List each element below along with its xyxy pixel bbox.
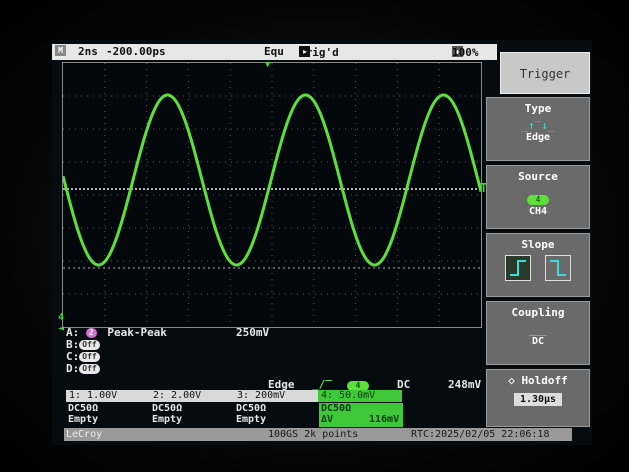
channel-4-trace [63, 93, 481, 267]
ground-marker[interactable]: 4 ◄ [58, 312, 64, 334]
knob-icon: ◇ [508, 374, 522, 387]
channel-3-coupling: DC50Ω [236, 403, 267, 414]
type-value: Edge [525, 132, 551, 143]
holdoff-value[interactable]: 1.30μs [513, 393, 563, 406]
trigger-level-summary[interactable]: 248mV [448, 378, 481, 391]
channel-2-scale[interactable]: 2: 2.00V [150, 390, 234, 402]
coupling-label: Coupling [511, 306, 565, 319]
measurement-off-badge: Off [79, 352, 100, 362]
waveform-display[interactable] [62, 62, 482, 328]
channel-3-scale[interactable]: 3: 200mV [234, 390, 318, 402]
trigger-state-label: Trig'd [299, 46, 339, 59]
falling-slope-icon[interactable] [544, 255, 571, 281]
channel-4-scale[interactable]: 4: 50.0mV [318, 390, 402, 402]
channel-1-state: Empty [68, 414, 99, 425]
brand-logo: LeCroy [66, 429, 103, 440]
zoom-value: 100% [452, 46, 479, 59]
coupling-value: DC [531, 336, 545, 347]
measurement-value: 250mV [236, 326, 270, 339]
delay-value[interactable]: -200.00ps [106, 45, 166, 58]
channel-1-coupling: DC50Ω [68, 403, 99, 414]
source-channel-badge: 4 [527, 195, 549, 205]
trigger-menu-title[interactable]: Trigger [500, 52, 590, 94]
sample-info: 100GS 2k points [268, 429, 359, 440]
channel-2-coupling: DC50Ω [152, 403, 183, 414]
holdoff-button[interactable]: ◇ Holdoff 1.30μs [486, 369, 590, 427]
slope-button[interactable]: Slope [486, 233, 590, 297]
channel-1-scale[interactable]: 1: 1.00V [66, 390, 150, 402]
measurement-row-d[interactable]: D: Off [66, 362, 100, 375]
bottom-status-bar: LeCroy 100GS 2k points RTC:2025/02/05 22… [64, 428, 572, 441]
channel-2-state: Empty [152, 414, 183, 425]
dc-coupling-icon: ___ [528, 325, 548, 336]
measurement-slot: D: [66, 362, 80, 375]
channel-4-coupling: DC50Ω [321, 403, 352, 414]
ground-marker-label: 4 [58, 312, 65, 323]
delta-label: ΔV [321, 414, 334, 425]
menu-icon[interactable]: M [55, 45, 66, 56]
delta-value: 116mV [369, 414, 400, 425]
source-label: Source [518, 170, 558, 183]
status-bar: M 2ns -200.00ps Equ ▶ Trig'd ✚ 100% [52, 44, 497, 60]
measurement-name: Peak-Peak [107, 326, 167, 339]
channel-3-state: Empty [236, 414, 267, 425]
edge-trigger-icon: _↑‾↓_ [521, 119, 555, 132]
type-label: Type [524, 102, 552, 115]
type-button[interactable]: Type _↑‾↓_ Edge [486, 97, 590, 161]
acquire-mode[interactable]: Equ [264, 45, 284, 58]
measurement-off-badge: Off [79, 340, 100, 350]
holdoff-label: Holdoff [521, 374, 568, 387]
waveform-graticule [63, 63, 481, 327]
measurement-channel-badge: 2 [85, 328, 97, 338]
channel-4-delta: ΔV 116mV [321, 414, 403, 425]
measurement-off-badge: Off [79, 364, 100, 374]
channel-4-info: DC50Ω ΔV 116mV [319, 403, 403, 427]
timebase-value[interactable]: 2ns [78, 45, 98, 58]
source-value: CH4 [528, 206, 548, 217]
clock-readout: RTC:2025/02/05 22:06:18 [411, 429, 550, 440]
coupling-button[interactable]: Coupling ___ DC [486, 301, 590, 365]
rising-slope-icon[interactable] [505, 255, 532, 281]
slope-label: Slope [521, 238, 555, 251]
source-button[interactable]: Source 4 CH4 [486, 165, 590, 229]
trigger-position-marker: ▼ [265, 60, 271, 70]
